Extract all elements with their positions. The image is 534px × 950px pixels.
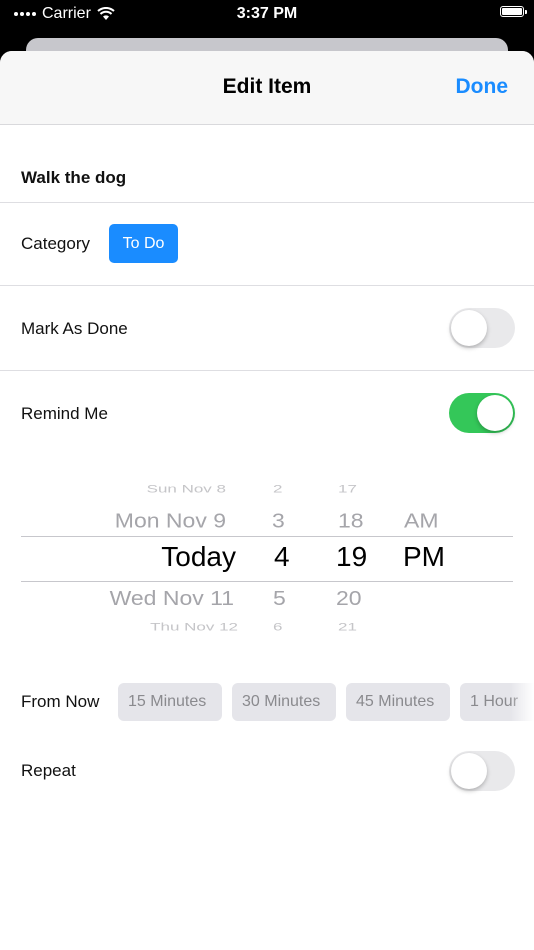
picker-minute-item[interactable]: 17 xyxy=(338,483,357,496)
battery-icon xyxy=(500,6,527,17)
picker-ampm-selected[interactable]: PM xyxy=(403,541,445,573)
picker-ampm-item[interactable]: AM xyxy=(404,508,439,532)
scroll-fade xyxy=(510,681,534,721)
remind-me-label: Remind Me xyxy=(21,404,108,423)
picker-hour-item[interactable]: 3 xyxy=(272,508,285,532)
status-time: 3:37 PM xyxy=(236,5,298,22)
from-now-label: From Now xyxy=(21,692,100,711)
picker-date-item[interactable]: Wed Nov 11 xyxy=(54,586,234,610)
picker-date-item[interactable]: Sun Nov 8 xyxy=(46,483,226,496)
mark-done-label: Mark As Done xyxy=(21,319,128,338)
picker-hour-item[interactable]: 2 xyxy=(273,483,282,496)
remind-me-toggle[interactable] xyxy=(449,393,515,433)
navigation-bar: Edit Item Done xyxy=(0,51,534,125)
remind-me-row: Remind Me xyxy=(0,371,534,455)
repeat-label: Repeat xyxy=(21,761,76,780)
from-now-45-button[interactable]: 45 Minutes xyxy=(346,683,450,721)
toggle-knob xyxy=(451,310,487,346)
toggle-knob xyxy=(477,395,513,431)
toggle-knob xyxy=(451,753,487,789)
picker-minute-item[interactable]: 18 xyxy=(338,508,364,532)
date-time-picker[interactable]: Sun Nov 8 Mon Nov 9 Today Wed Nov 11 Thu… xyxy=(0,474,534,644)
category-row: Category To Do xyxy=(0,203,534,286)
picker-date-selected[interactable]: Today xyxy=(56,541,236,573)
picker-minute-item[interactable]: 20 xyxy=(336,586,362,610)
repeat-toggle[interactable] xyxy=(449,751,515,791)
edit-item-sheet: Edit Item Done Walk the dog Category To … xyxy=(0,51,534,950)
from-now-15-button[interactable]: 15 Minutes xyxy=(118,683,222,721)
category-label: Category xyxy=(21,234,90,253)
mark-done-row: Mark As Done xyxy=(0,286,534,371)
item-title[interactable]: Walk the dog xyxy=(21,168,126,188)
from-now-30-button[interactable]: 30 Minutes xyxy=(232,683,336,721)
status-bar: Carrier 3:37 PM xyxy=(0,0,534,30)
picker-hour-item[interactable]: 5 xyxy=(273,586,286,610)
page-title: Edit Item xyxy=(222,75,312,98)
from-now-row: From Now 15 Minutes 30 Minutes 45 Minute… xyxy=(0,681,534,721)
repeat-row: Repeat xyxy=(0,751,534,791)
done-button[interactable]: Done xyxy=(456,75,509,99)
picker-hour-item[interactable]: 6 xyxy=(273,621,282,634)
picker-minute-item[interactable]: 21 xyxy=(338,621,357,634)
mark-done-toggle[interactable] xyxy=(449,308,515,348)
item-title-row[interactable]: Walk the dog xyxy=(0,125,534,203)
picker-date-item[interactable]: Mon Nov 9 xyxy=(46,508,226,532)
picker-date-item[interactable]: Thu Nov 12 xyxy=(58,621,238,634)
category-chip[interactable]: To Do xyxy=(109,224,178,263)
picker-minute-selected[interactable]: 19 xyxy=(336,541,367,573)
picker-hour-selected[interactable]: 4 xyxy=(274,541,290,573)
